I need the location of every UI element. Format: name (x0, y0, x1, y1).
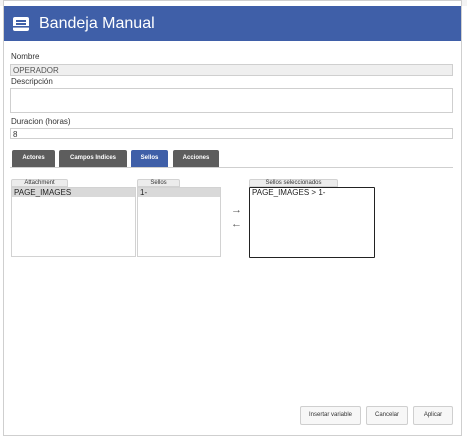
tab-actores[interactable]: Actores (12, 150, 55, 167)
cancelar-button[interactable]: Cancelar (366, 406, 408, 425)
sellos-seleccionados-item[interactable]: PAGE_IMAGES > 1- (250, 188, 374, 197)
descripcion-field[interactable] (10, 88, 453, 113)
tab-sellos[interactable]: Sellos (131, 150, 168, 167)
attachment-header: Attachment (11, 179, 68, 187)
tray-icon (13, 17, 29, 31)
insertar-variable-button[interactable]: Insertar variable (300, 406, 361, 425)
tab-campos-indices[interactable]: Campos Indices (59, 150, 127, 167)
sellos-seleccionados-header: Sellos seleccionados (249, 179, 338, 187)
sellos-header: Sellos (137, 179, 180, 187)
descripcion-label: Descripción (11, 77, 53, 86)
tab-divider (10, 167, 453, 168)
attachment-list-item[interactable]: PAGE_IMAGES (12, 188, 135, 197)
tab-acciones[interactable]: Acciones (173, 150, 219, 167)
aplicar-button[interactable]: Aplicar (413, 406, 453, 425)
sellos-seleccionados-list[interactable]: PAGE_IMAGES > 1- (249, 187, 375, 258)
duracion-field[interactable]: 8 (10, 128, 453, 139)
nombre-field[interactable]: OPERADOR (10, 64, 453, 76)
duracion-label: Duracion (horas) (11, 117, 71, 126)
dialog-header: Bandeja Manual (4, 6, 461, 41)
dialog-title: Bandeja Manual (39, 15, 155, 32)
sellos-list[interactable]: 1- (137, 187, 221, 257)
arrow-right-icon[interactable]: → (231, 205, 242, 216)
attachment-list[interactable]: PAGE_IMAGES (11, 187, 136, 257)
arrow-left-icon[interactable]: ← (231, 219, 242, 230)
nombre-label: Nombre (11, 52, 40, 61)
sellos-list-item[interactable]: 1- (138, 188, 220, 197)
